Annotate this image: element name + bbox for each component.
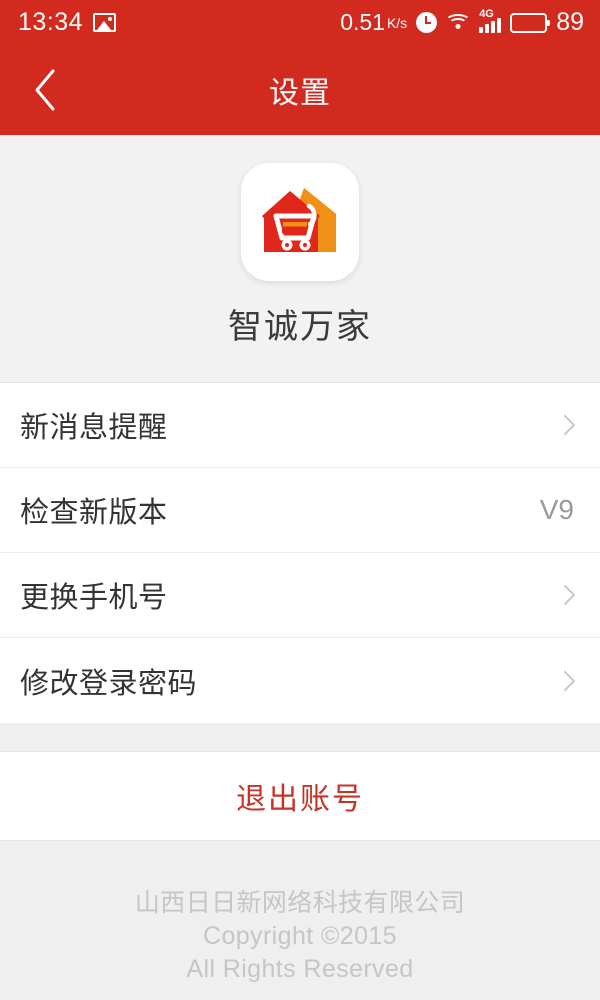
signal-bars-icon: 4G	[479, 8, 502, 33]
settings-row-label: 修改登录密码	[20, 667, 198, 700]
house-shopping-cart-logo-icon	[252, 172, 348, 273]
network-speed-value: 0.51	[340, 9, 385, 35]
logout-section: 退出账号	[0, 751, 600, 841]
settings-row-change-login-password[interactable]: 修改登录密码	[0, 638, 600, 723]
battery-icon	[510, 12, 551, 33]
alarm-clock-icon	[416, 12, 438, 33]
footer-rights: All Rights Reserved	[186, 955, 414, 983]
nav-bar: 设置	[0, 45, 600, 135]
network-speed-unit: K/s	[386, 15, 408, 31]
settings-row-new-message-alert[interactable]: 新消息提醒	[0, 383, 600, 468]
footer: 山西日日新网络科技有限公司 Copyright ©2015 All Rights…	[0, 841, 600, 1000]
chevron-right-icon	[563, 670, 576, 692]
logout-button[interactable]: 退出账号	[0, 752, 600, 840]
page-title: 设置	[269, 77, 331, 110]
footer-company-name: 山西日日新网络科技有限公司	[134, 889, 466, 917]
status-bar: 13:34 0.51 K/s 4G 89	[0, 0, 600, 45]
status-bar-right: 0.51 K/s 4G 89	[340, 8, 584, 36]
status-bar-clock: 13:34	[18, 8, 84, 36]
app-identity-block: 智诚万家	[0, 135, 600, 382]
chevron-right-icon	[563, 414, 576, 436]
back-button[interactable]	[10, 45, 80, 135]
battery-level-label: 89	[556, 8, 584, 36]
chevron-right-icon	[563, 584, 576, 606]
wifi-icon	[445, 13, 472, 32]
app-name: 智诚万家	[228, 308, 372, 346]
settings-row-label: 新消息提醒	[20, 412, 168, 444]
section-divider-gap	[0, 723, 600, 751]
settings-list: 新消息提醒 检查新版本 V9 更换手机号 修改登录密码	[0, 382, 600, 723]
settings-row-label: 更换手机号	[20, 582, 168, 614]
status-bar-left: 13:34	[18, 8, 117, 36]
image-icon	[93, 13, 117, 32]
chevron-left-icon	[32, 68, 58, 112]
app-logo	[241, 163, 359, 281]
footer-copyright: Copyright ©2015	[203, 922, 397, 950]
network-speed-indicator: 0.51 K/s	[340, 11, 407, 34]
settings-row-label: 检查新版本	[20, 497, 168, 529]
network-type-label: 4G	[479, 8, 494, 20]
phone-screen: 13:34 0.51 K/s 4G 89 设置 智诚万家 新消息提醒 检查新版本…	[0, 0, 600, 1000]
settings-row-change-phone-number[interactable]: 更换手机号	[0, 553, 600, 638]
settings-row-check-new-version[interactable]: 检查新版本 V9	[0, 468, 600, 553]
app-version-value: V9	[539, 494, 574, 525]
